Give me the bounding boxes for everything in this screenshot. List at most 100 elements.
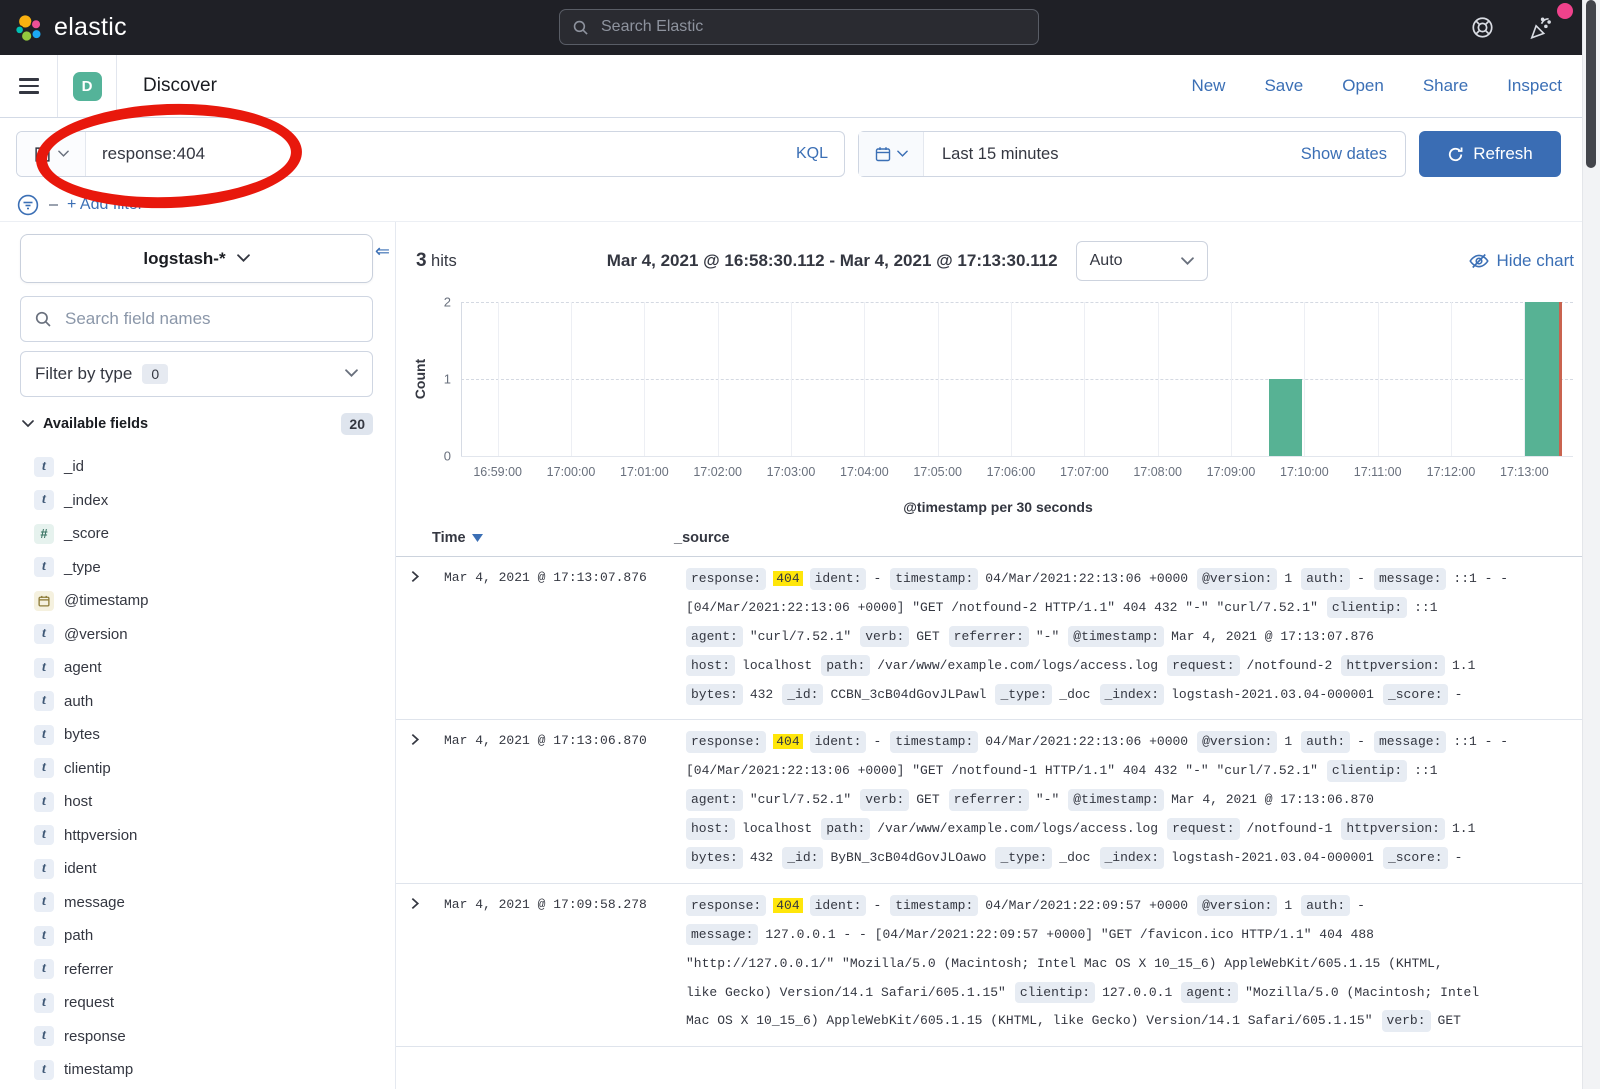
field-name-pill: ident: bbox=[810, 895, 867, 917]
field-name-pill: _index: bbox=[1100, 684, 1165, 706]
field-name-pill: ident: bbox=[810, 568, 867, 590]
page-title: Discover bbox=[143, 75, 217, 97]
field-name-pill: verb: bbox=[860, 626, 909, 648]
main-menu-button[interactable] bbox=[0, 55, 58, 117]
field-value: Mac OS X 10_15_6) AppleWebKit/605.1.15 (… bbox=[686, 1013, 1373, 1028]
field-item-agent[interactable]: tagent bbox=[20, 651, 373, 685]
nav-action-share[interactable]: Share bbox=[1423, 76, 1468, 96]
field-search-input[interactable] bbox=[63, 308, 359, 330]
calendar-icon bbox=[875, 146, 891, 162]
field-name-pill: @version: bbox=[1197, 568, 1277, 590]
source-line: Mac OS X 10_15_6) AppleWebKit/605.1.15 (… bbox=[686, 1010, 1572, 1032]
global-search-box[interactable] bbox=[559, 9, 1039, 45]
x-gridline bbox=[864, 302, 865, 456]
field-value: ::1 bbox=[1414, 763, 1437, 778]
nav-action-inspect[interactable]: Inspect bbox=[1507, 76, 1562, 96]
vertical-scrollbar[interactable] bbox=[1582, 0, 1600, 1089]
row-expand-button[interactable] bbox=[396, 895, 444, 1039]
time-column-header[interactable]: Time bbox=[432, 530, 674, 546]
available-fields-count: 20 bbox=[341, 413, 373, 435]
field-value: /notfound-2 bbox=[1247, 658, 1333, 673]
whats-new-icon[interactable] bbox=[1528, 15, 1554, 41]
date-type-icon bbox=[34, 591, 54, 611]
nav-action-open[interactable]: Open bbox=[1342, 76, 1384, 96]
collapse-sidebar-icon[interactable]: ⇐ bbox=[375, 242, 390, 260]
show-dates-button[interactable]: Show dates bbox=[1301, 132, 1405, 176]
field-search-box[interactable] bbox=[20, 296, 373, 342]
field-value: localhost bbox=[742, 821, 812, 836]
scrollbar-thumb[interactable] bbox=[1586, 0, 1596, 168]
interval-select[interactable]: Auto bbox=[1076, 241, 1208, 281]
x-axis-line bbox=[461, 456, 1573, 457]
histogram-bar[interactable] bbox=[1269, 379, 1303, 456]
string-type-icon: t bbox=[34, 658, 54, 678]
field-item-referrer[interactable]: treferrer bbox=[20, 953, 373, 987]
field-item-path[interactable]: tpath bbox=[20, 919, 373, 953]
filter-by-type-select[interactable]: Filter by type 0 bbox=[20, 351, 373, 397]
field-item-clientip[interactable]: tclientip bbox=[20, 752, 373, 786]
field-item-id[interactable]: t_id bbox=[20, 450, 373, 484]
saved-queries-button[interactable] bbox=[17, 132, 86, 176]
hamburger-icon bbox=[19, 74, 39, 97]
query-language-button[interactable]: KQL bbox=[796, 145, 844, 163]
hide-chart-button[interactable]: Hide chart bbox=[1469, 251, 1574, 271]
row-time: Mar 4, 2021 @ 17:13:06.870 bbox=[444, 731, 686, 875]
field-item-httpversion[interactable]: thttpversion bbox=[20, 819, 373, 853]
global-search-input[interactable] bbox=[599, 17, 1026, 37]
field-name-pill: timestamp: bbox=[890, 731, 978, 753]
x-tick-label: 17:04:00 bbox=[840, 465, 889, 479]
field-item-timestamp[interactable]: @timestamp bbox=[20, 584, 373, 618]
fields-sidebar: ⇐ logstash-* Filter by type 0 bbox=[0, 222, 396, 1089]
source-line: response:404ident:-timestamp:04/Mar/2021… bbox=[686, 731, 1572, 753]
field-item-auth[interactable]: tauth bbox=[20, 685, 373, 719]
search-icon bbox=[572, 19, 589, 36]
nav-action-new[interactable]: New bbox=[1191, 76, 1225, 96]
field-value: localhost bbox=[742, 658, 812, 673]
x-tick-label: 17:07:00 bbox=[1060, 465, 1109, 479]
field-value: 127.0.0.1 bbox=[1102, 985, 1172, 1000]
search-icon bbox=[34, 310, 52, 328]
quick-select-button[interactable] bbox=[859, 132, 924, 176]
refresh-button[interactable]: Refresh bbox=[1419, 131, 1561, 177]
x-tick-label: 17:11:00 bbox=[1354, 465, 1402, 479]
index-pattern-select[interactable]: logstash-* bbox=[20, 234, 373, 283]
string-type-icon: t bbox=[34, 959, 54, 979]
space-selector[interactable]: D bbox=[58, 55, 117, 117]
available-fields-header[interactable]: Available fields 20 bbox=[20, 413, 373, 435]
field-item-message[interactable]: tmessage bbox=[20, 886, 373, 920]
hits-label: hits bbox=[431, 252, 457, 270]
field-value: GET bbox=[1438, 1013, 1461, 1028]
add-filter-button[interactable]: + Add filter bbox=[67, 196, 143, 214]
query-bar: KQL Last 15 minutes Show dates Refresh bbox=[0, 118, 1600, 189]
x-gridline bbox=[498, 302, 499, 456]
field-item-response[interactable]: tresponse bbox=[20, 1020, 373, 1054]
row-expand-button[interactable] bbox=[396, 731, 444, 875]
field-name-pill: @timestamp: bbox=[1068, 789, 1164, 811]
field-name-pill: host: bbox=[686, 655, 735, 677]
field-item-version[interactable]: t@version bbox=[20, 618, 373, 652]
time-range-label[interactable]: Last 15 minutes bbox=[924, 132, 1301, 176]
query-input[interactable] bbox=[86, 132, 796, 176]
string-type-icon: t bbox=[34, 892, 54, 912]
source-line: bytes:432_id:ByBN_3cB04dGovJLOawo_type:_… bbox=[686, 847, 1572, 869]
field-item-timestamp[interactable]: ttimestamp bbox=[20, 1053, 373, 1087]
field-item-score[interactable]: #_score bbox=[20, 517, 373, 551]
global-header: elastic bbox=[0, 0, 1600, 55]
source-line: agent:"curl/7.52.1"verb:GETreferrer:"-"@… bbox=[686, 626, 1572, 648]
field-name-pill: httpversion: bbox=[1341, 818, 1445, 840]
chevron-down-icon bbox=[345, 369, 358, 378]
filter-icon[interactable] bbox=[16, 193, 40, 217]
histogram-bar[interactable] bbox=[1525, 302, 1559, 456]
field-item-index[interactable]: t_index bbox=[20, 484, 373, 518]
time-column-label: Time bbox=[432, 530, 466, 546]
field-name-pill: message: bbox=[686, 924, 758, 946]
row-expand-button[interactable] bbox=[396, 568, 444, 712]
field-item-host[interactable]: thost bbox=[20, 785, 373, 819]
field-item-bytes[interactable]: tbytes bbox=[20, 718, 373, 752]
field-item-ident[interactable]: tident bbox=[20, 852, 373, 886]
field-item-request[interactable]: trequest bbox=[20, 986, 373, 1020]
elastic-logo[interactable]: elastic bbox=[0, 13, 127, 43]
help-icon[interactable] bbox=[1471, 16, 1494, 39]
nav-action-save[interactable]: Save bbox=[1264, 76, 1303, 96]
field-item-type[interactable]: t_type bbox=[20, 551, 373, 585]
